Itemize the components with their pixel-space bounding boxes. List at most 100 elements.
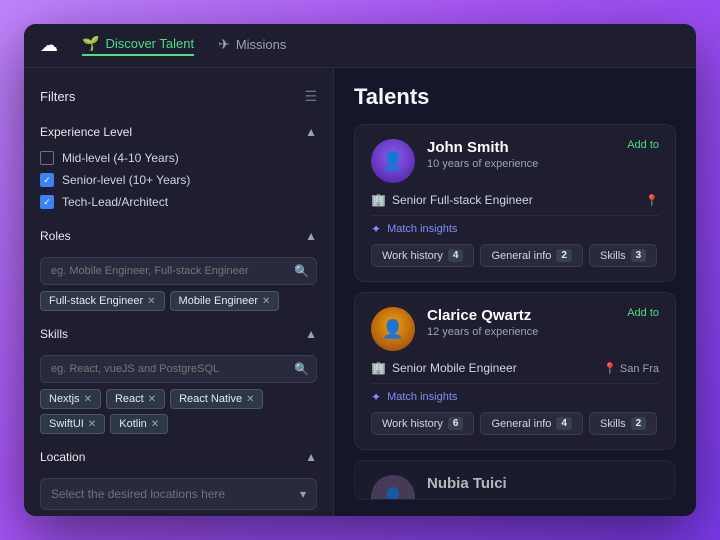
nav-missions-label: Missions (236, 37, 287, 52)
john-add-button[interactable]: Add to (627, 139, 659, 151)
tag-reactnative-close[interactable]: ✕ (246, 394, 254, 405)
tag-nextjs-close[interactable]: ✕ (84, 394, 92, 405)
location-section-header[interactable]: Location ▲ (40, 442, 317, 472)
clarice-work-history-tag[interactable]: Work history 6 (371, 412, 474, 435)
missions-icon: ✈ (218, 36, 230, 53)
nubia-header: 👤 Nubia Tuici (371, 475, 659, 500)
john-general-info-count: 2 (556, 249, 572, 262)
checkbox-techlead-box[interactable] (40, 195, 54, 209)
clarice-skills-label: Skills (600, 418, 626, 430)
checkbox-senior[interactable]: Senior-level (10+ Years) (40, 169, 317, 191)
john-match-label: Match insights (387, 223, 457, 235)
tag-kotlin-label: Kotlin (119, 418, 147, 430)
talent-card-nubia: 👤 Nubia Tuici (354, 460, 676, 500)
location-dropdown[interactable]: Select the desired locations here ▾ (40, 478, 317, 510)
john-general-info-tag[interactable]: General info 2 (480, 244, 583, 267)
clarice-work-history-count: 6 (448, 417, 464, 430)
john-experience: 10 years of experience (427, 158, 615, 170)
roles-section-header[interactable]: Roles ▲ (40, 221, 317, 251)
clarice-insight-tags: Work history 6 General info 4 Skills 2 (371, 412, 659, 435)
john-role-row: 🏢 Senior Full-stack Engineer 📍 (371, 193, 659, 207)
john-location: 📍 (645, 194, 659, 207)
tag-nextjs[interactable]: Nextjs ✕ (40, 389, 101, 409)
john-skills-tag[interactable]: Skills 3 (589, 244, 657, 267)
location-placeholder: Select the desired locations here (51, 487, 225, 501)
nubia-info: Nubia Tuici (427, 475, 659, 492)
skills-search-icon[interactable]: 🔍 (294, 362, 309, 376)
right-panel: Talents 👤 John Smith 10 years of experie… (334, 68, 696, 516)
clarice-match-label: Match insights (387, 391, 457, 403)
location-title: Location (40, 450, 85, 464)
talent-card-john: 👤 John Smith 10 years of experience Add … (354, 124, 676, 282)
clarice-avatar: 👤 (371, 307, 415, 351)
location-chevron-icon: ▲ (305, 450, 317, 464)
tag-reactnative[interactable]: React Native ✕ (170, 389, 263, 409)
roles-search-icon[interactable]: 🔍 (294, 264, 309, 278)
clarice-building-icon: 🏢 (371, 361, 386, 375)
tag-reactnative-label: React Native (179, 393, 242, 405)
john-name: John Smith (427, 139, 615, 156)
clarice-general-info-tag[interactable]: General info 4 (480, 412, 583, 435)
tag-swiftui-close[interactable]: ✕ (88, 419, 96, 430)
clarice-role: 🏢 Senior Mobile Engineer (371, 361, 517, 375)
dropdown-arrow-icon: ▾ (300, 487, 306, 501)
tag-react-close[interactable]: ✕ (148, 394, 156, 405)
clarice-name: Clarice Qwartz (427, 307, 615, 324)
checkbox-midlevel[interactable]: Mid-level (4-10 Years) (40, 147, 317, 169)
filters-header: Filters ☰ (24, 80, 333, 113)
experience-section-header[interactable]: Experience Level ▲ (40, 117, 317, 147)
discover-icon: 🌱 (82, 35, 99, 52)
roles-tags: Full-stack Engineer ✕ Mobile Engineer ✕ (40, 291, 317, 311)
john-general-info-label: General info (491, 250, 551, 262)
nubia-avatar-placeholder: 👤 (382, 487, 404, 501)
tag-swiftui-label: SwiftUI (49, 418, 84, 430)
nav-discover-talent[interactable]: 🌱 Discover Talent (82, 35, 194, 56)
checkbox-techlead[interactable]: Tech-Lead/Architect (40, 191, 317, 213)
roles-search-wrap: 🔍 (40, 257, 317, 285)
tag-kotlin[interactable]: Kotlin ✕ (110, 414, 168, 434)
checkbox-senior-box[interactable] (40, 173, 54, 187)
tag-fullstack[interactable]: Full-stack Engineer ✕ (40, 291, 165, 311)
roles-title: Roles (40, 229, 71, 243)
john-info: John Smith 10 years of experience (427, 139, 615, 170)
john-divider (371, 215, 659, 216)
chevron-up-icon: ▲ (305, 125, 317, 139)
clarice-experience: 12 years of experience (427, 326, 615, 338)
clarice-general-info-label: General info (491, 418, 551, 430)
match-icon: ✦ (371, 222, 381, 236)
tag-mobile-close[interactable]: ✕ (262, 296, 270, 307)
clarice-skills-count: 2 (631, 417, 647, 430)
clarice-match-icon: ✦ (371, 390, 381, 404)
tag-fullstack-label: Full-stack Engineer (49, 295, 143, 307)
clarice-skills-tag[interactable]: Skills 2 (589, 412, 657, 435)
john-avatar: 👤 (371, 139, 415, 183)
tag-mobile[interactable]: Mobile Engineer ✕ (170, 291, 280, 311)
john-header: 👤 John Smith 10 years of experience Add … (371, 139, 659, 183)
tag-kotlin-close[interactable]: ✕ (151, 419, 159, 430)
john-work-history-tag[interactable]: Work history 4 (371, 244, 474, 267)
menu-icon[interactable]: ☰ (304, 88, 317, 105)
john-match-header: ✦ Match insights (371, 222, 659, 236)
nav-missions[interactable]: ✈ Missions (218, 36, 286, 55)
checkbox-midlevel-box[interactable] (40, 151, 54, 165)
clarice-role-row: 🏢 Senior Mobile Engineer 📍 San Fra (371, 361, 659, 375)
tag-fullstack-close[interactable]: ✕ (147, 296, 155, 307)
john-role: 🏢 Senior Full-stack Engineer (371, 193, 533, 207)
building-icon: 🏢 (371, 193, 386, 207)
skills-search-input[interactable] (40, 355, 317, 383)
clarice-match-header: ✦ Match insights (371, 390, 659, 404)
john-work-history-count: 4 (448, 249, 464, 262)
roles-search-input[interactable] (40, 257, 317, 285)
tag-react[interactable]: React ✕ (106, 389, 165, 409)
john-work-history-label: Work history (382, 250, 443, 262)
clarice-info: Clarice Qwartz 12 years of experience (427, 307, 615, 338)
clarice-add-button[interactable]: Add to (627, 307, 659, 319)
clarice-work-history-label: Work history (382, 418, 443, 430)
skills-chevron-icon: ▲ (305, 327, 317, 341)
tag-swiftui[interactable]: SwiftUI ✕ (40, 414, 105, 434)
skills-section-header[interactable]: Skills ▲ (40, 319, 317, 349)
filter-roles: Roles ▲ 🔍 Full-stack Engineer ✕ Mobile E… (24, 221, 333, 311)
experience-title: Experience Level (40, 125, 132, 139)
filter-skills: Skills ▲ 🔍 Nextjs ✕ React ✕ (24, 319, 333, 434)
skills-tags: Nextjs ✕ React ✕ React Native ✕ SwiftUI … (40, 389, 317, 434)
